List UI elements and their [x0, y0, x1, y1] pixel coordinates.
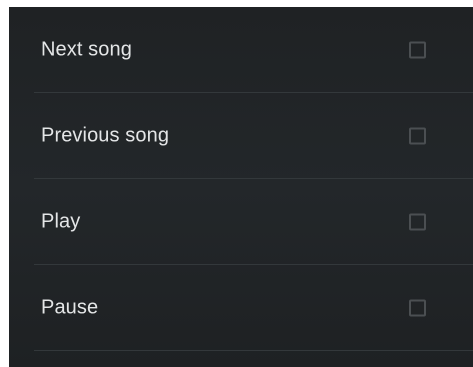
divider: [34, 350, 473, 351]
pause-checkbox[interactable]: [409, 299, 426, 317]
option-row-pause[interactable]: Pause: [9, 265, 473, 351]
play-checkbox[interactable]: [409, 213, 426, 231]
options-panel: Next song Previous song Play Pause: [9, 7, 473, 367]
option-label: Next song: [41, 38, 132, 61]
previous-song-checkbox[interactable]: [409, 127, 426, 145]
next-song-checkbox[interactable]: [409, 41, 426, 59]
option-list: Next song Previous song Play Pause: [9, 7, 473, 351]
option-row-previous-song[interactable]: Previous song: [9, 93, 473, 179]
option-row-play[interactable]: Play: [9, 179, 473, 265]
option-label: Play: [41, 210, 81, 233]
option-label: Pause: [41, 296, 99, 319]
option-row-next-song[interactable]: Next song: [9, 7, 473, 93]
option-label: Previous song: [41, 124, 170, 147]
